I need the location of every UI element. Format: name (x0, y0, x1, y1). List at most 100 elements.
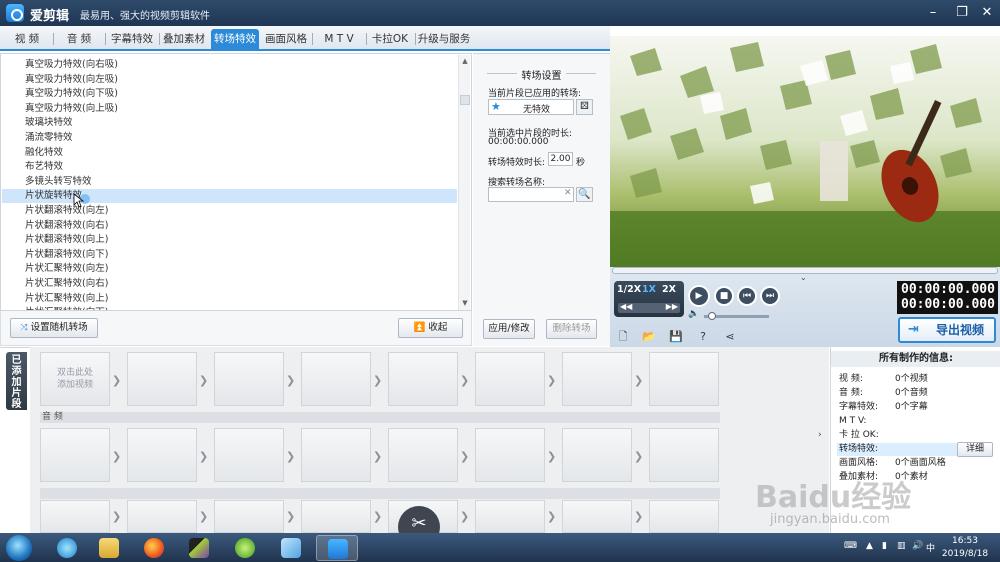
effect-list-item[interactable]: 融化特效 (25, 146, 455, 160)
tab-overlay-materials[interactable]: 叠加素材 (160, 29, 208, 49)
clip-slot[interactable] (214, 428, 284, 482)
effect-list-item[interactable]: 玻璃块特效 (25, 116, 455, 130)
speed-double[interactable]: 2X (662, 284, 676, 295)
export-video-button[interactable]: ⇥ 导出视频 (898, 317, 996, 343)
search-transition-input[interactable] (488, 187, 574, 202)
ime-icon[interactable]: 中 (926, 541, 935, 554)
scroll-down-icon[interactable]: ▼ (460, 298, 470, 308)
speed-normal[interactable]: 1X (642, 284, 656, 295)
volume-slider[interactable] (704, 312, 769, 320)
effect-list-item[interactable]: 多镜头转写特效 (25, 175, 455, 189)
expand-panel-icon[interactable]: › (818, 430, 828, 444)
tab-mtv[interactable]: M T V (314, 29, 364, 49)
taskbar-file-explorer[interactable] (88, 535, 130, 561)
clip-slot[interactable]: 双击此处添加视频 (40, 352, 110, 406)
frame-step-bar[interactable]: ◀◀ ▶▶ (618, 302, 680, 313)
clip-slot[interactable] (562, 428, 632, 482)
effect-list-item[interactable]: 片状汇聚特效(向上) (25, 292, 455, 306)
added-clips-tab[interactable]: 已添加片段 (6, 352, 27, 410)
previous-icon[interactable]: ⏮ (737, 286, 757, 306)
detail-button[interactable]: 详细 (957, 442, 993, 457)
effect-list-item[interactable]: 片状翻滚特效(向下) (25, 248, 455, 262)
keyboard-icon[interactable]: ⌨ (844, 541, 857, 551)
list-scrollbar[interactable]: ▲ ▼ (458, 55, 470, 310)
clip-slot[interactable] (649, 352, 719, 406)
clip-slot[interactable] (214, 352, 284, 406)
clip-slot[interactable] (562, 352, 632, 406)
tab-audio[interactable]: 音 频 (56, 29, 102, 49)
speaker-icon[interactable]: 🔊 (912, 541, 923, 551)
clip-slot[interactable] (127, 500, 197, 533)
tab-upgrade-service[interactable]: 升级与服务 (416, 29, 472, 49)
clip-slot[interactable] (475, 352, 545, 406)
taskbar-clock[interactable]: 16:53 2019/8/18 (935, 534, 995, 562)
clear-search-icon[interactable]: ✕ (564, 188, 572, 198)
stop-icon[interactable]: ■ (714, 286, 734, 306)
show-hidden-icons[interactable]: ▲ (866, 541, 873, 551)
clip-slot[interactable] (214, 500, 284, 533)
clip-slot[interactable] (301, 500, 371, 533)
network-icon[interactable]: ▥ (897, 541, 906, 551)
tab-transition-effects[interactable]: 转场特效 (211, 29, 259, 49)
start-button[interactable] (6, 535, 32, 561)
tab-subtitle-effects[interactable]: 字幕特效 (107, 29, 157, 49)
clip-slot[interactable] (301, 352, 371, 406)
delete-transition-button[interactable]: 删除转场 (546, 319, 597, 339)
collapse-button[interactable]: ⏫ 收起 (398, 318, 463, 338)
clip-slot[interactable] (562, 500, 632, 533)
effect-list-item[interactable]: 真空吸力特效(向右吸) (25, 58, 455, 72)
clip-slot[interactable] (388, 428, 458, 482)
volume-icon[interactable]: 🔈 (688, 309, 699, 319)
clip-slot[interactable] (40, 500, 110, 533)
speed-half[interactable]: 1/2X (617, 284, 641, 295)
restore-button[interactable]: ❐ (949, 2, 975, 24)
battery-icon[interactable]: ▮ (882, 541, 887, 551)
apply-modify-button[interactable]: 应用/修改 (483, 319, 535, 339)
random-transition-button[interactable]: ⤨ 设置随机转场 (10, 318, 98, 338)
search-icon[interactable]: 🔍 (576, 187, 593, 202)
effect-list-item[interactable]: 片状汇聚特效(向右) (25, 277, 455, 291)
next-icon[interactable]: ⏭ (760, 286, 780, 306)
save-icon[interactable]: 💾 (669, 330, 683, 343)
minimize-button[interactable]: – (920, 2, 946, 24)
open-folder-icon[interactable]: 📂 (642, 330, 656, 343)
effect-list-item[interactable]: 布艺特效 (25, 160, 455, 174)
tab-picture-style[interactable]: 画面风格 (262, 29, 310, 49)
taskbar-notes-app[interactable] (270, 535, 312, 561)
clip-slot[interactable] (301, 428, 371, 482)
clip-slot[interactable] (127, 352, 197, 406)
tab-video[interactable]: 视 频 (4, 29, 50, 49)
effect-duration-input[interactable]: 2.00 (548, 152, 573, 166)
new-project-icon[interactable]: 🗋 (616, 330, 630, 343)
clip-slot[interactable] (388, 352, 458, 406)
step-forward-icon[interactable]: ▶▶ (666, 302, 678, 311)
effect-list-item[interactable]: 片状翻滚特效(向上) (25, 233, 455, 247)
share-icon[interactable]: ⋖ (723, 330, 737, 343)
volume-knob[interactable] (708, 312, 716, 320)
dice-icon[interactable]: ⚄ (576, 99, 593, 115)
taskbar-media-player[interactable] (46, 535, 88, 561)
effect-list-item[interactable]: 片状汇聚特效(向左) (25, 262, 455, 276)
clip-slot[interactable] (40, 428, 110, 482)
effect-list-item[interactable]: 涌流零特效 (25, 131, 455, 145)
effect-list-item[interactable]: 片状旋转特效 (2, 189, 457, 204)
taskbar-firefox[interactable] (133, 535, 175, 561)
clip-slot[interactable] (475, 428, 545, 482)
effect-list-item[interactable]: 片状翻滚特效(向右) (25, 219, 455, 233)
effect-list-item[interactable]: 真空吸力特效(向下吸) (25, 87, 455, 101)
effect-list-item[interactable]: 真空吸力特效(向上吸) (25, 102, 455, 116)
clip-slot[interactable] (649, 428, 719, 482)
play-icon[interactable]: ▶ (688, 285, 710, 307)
step-back-icon[interactable]: ◀◀ (620, 302, 632, 311)
clip-slot[interactable] (649, 500, 719, 533)
clip-slot[interactable] (475, 500, 545, 533)
taskbar-aijianji[interactable] (316, 535, 358, 561)
effect-list-item[interactable]: 真空吸力特效(向左吸) (25, 73, 455, 87)
scroll-up-icon[interactable]: ▲ (460, 56, 470, 66)
taskbar-sync-app[interactable] (224, 535, 266, 561)
taskbar-media-app[interactable] (178, 535, 220, 561)
scrollbar-thumb[interactable] (460, 95, 470, 105)
close-button[interactable]: ✕ (974, 2, 1000, 24)
help-icon[interactable]: ? (696, 330, 710, 343)
clip-slot[interactable] (127, 428, 197, 482)
